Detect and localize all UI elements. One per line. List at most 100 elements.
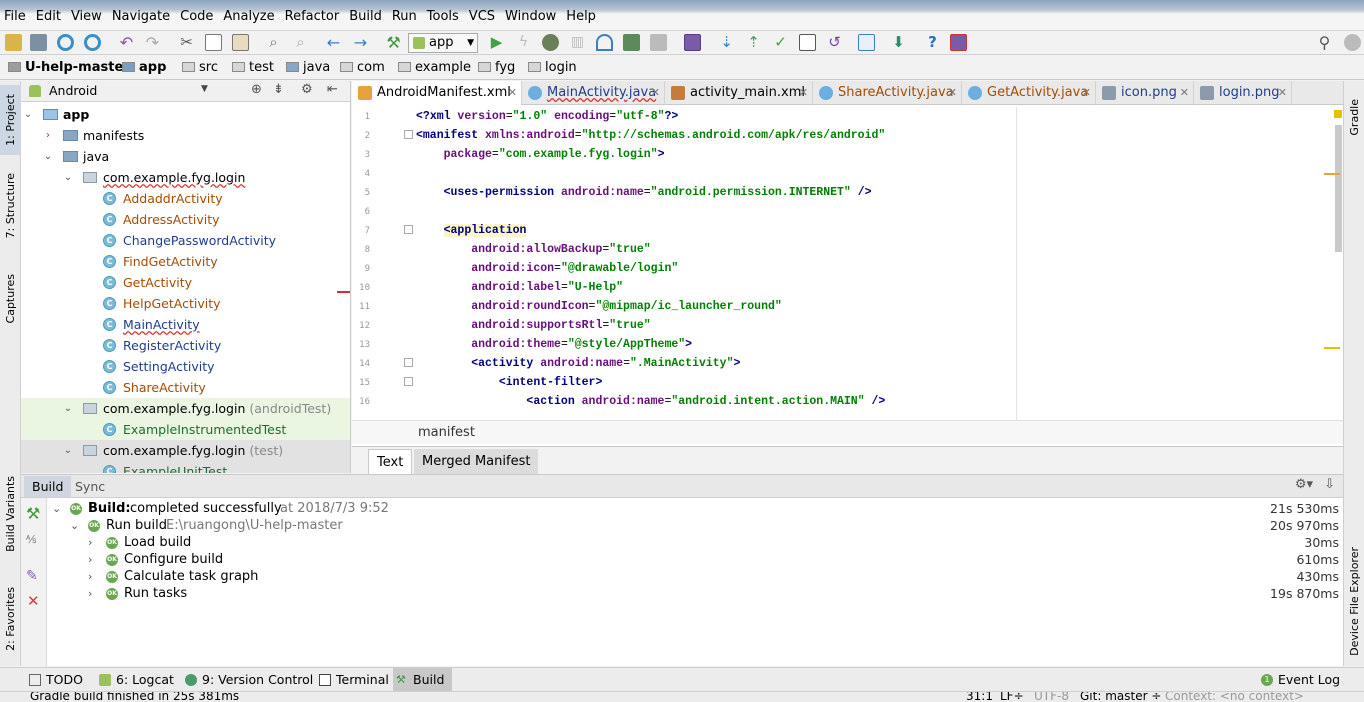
- chevron-down-icon[interactable]: ⌄: [63, 440, 73, 461]
- close-tab-icon[interactable]: ✕: [1278, 81, 1287, 105]
- run-icon[interactable]: ▶: [488, 34, 505, 51]
- event-log-tool-button[interactable]: 1 Event Log: [1258, 668, 1340, 692]
- back-icon[interactable]: ←: [325, 34, 342, 51]
- account-icon[interactable]: [1344, 34, 1361, 51]
- coverage-icon[interactable]: ▥: [569, 34, 586, 51]
- todo-tool-button[interactable]: TODO: [26, 668, 83, 692]
- menu-item-analyze[interactable]: Analyze: [218, 0, 279, 34]
- menu-item-run[interactable]: Run: [387, 0, 422, 34]
- tree-class[interactable]: C FindGetActivity: [21, 251, 350, 272]
- search-everywhere-icon[interactable]: ⚲: [1316, 34, 1333, 51]
- tree-package[interactable]: ⌄ com.example.fyg.login (androidTest): [21, 398, 350, 419]
- version-control-tool-button[interactable]: 9: Version Control: [182, 668, 313, 692]
- close-tab-icon[interactable]: ✕: [1180, 81, 1189, 105]
- breadcrumb-item[interactable]: app: [122, 60, 166, 75]
- build-tree-row[interactable]: › OK Configure build 610ms: [48, 551, 1343, 568]
- structure-tool-tab[interactable]: 7: Structure: [0, 171, 21, 241]
- build-tree-row[interactable]: › OK Calculate task graph 430ms: [48, 568, 1343, 585]
- editor-tab[interactable]: MainActivity.java ✕: [522, 81, 665, 105]
- tree-class[interactable]: C ExampleUnitTest: [21, 461, 350, 473]
- vcs-revert-icon[interactable]: ↺: [826, 34, 843, 51]
- chevron-down-icon[interactable]: ⌄: [63, 398, 73, 419]
- cut-icon[interactable]: ✂: [178, 34, 195, 51]
- sdk-manager-icon[interactable]: ⬇: [890, 34, 907, 51]
- menu-item-edit[interactable]: Edit: [31, 0, 66, 34]
- tab-build[interactable]: Build: [24, 476, 72, 497]
- rebuild-icon[interactable]: ⚒: [26, 504, 40, 523]
- build-variants-tool-tab[interactable]: Build Variants: [0, 466, 21, 561]
- favorites-tool-tab[interactable]: 2: Favorites: [0, 576, 21, 661]
- menu-item-navigate[interactable]: Navigate: [107, 0, 175, 34]
- build-tree-row[interactable]: ⌄ OK Build: completed successfully at 2018/7…: [48, 500, 1343, 517]
- menu-item-file[interactable]: File: [0, 0, 31, 34]
- project-tool-tab[interactable]: 1: Project: [0, 85, 21, 155]
- chevron-right-icon[interactable]: ›: [88, 585, 92, 602]
- pin-icon[interactable]: ✎: [26, 568, 38, 584]
- chevron-down-icon[interactable]: ⌄: [43, 146, 53, 167]
- menu-item-vcs[interactable]: VCS: [464, 0, 500, 34]
- menu-item-build[interactable]: Build: [344, 0, 387, 34]
- forward-icon[interactable]: →: [352, 34, 369, 51]
- build-tree-row[interactable]: › OK Run tasks 19s 870ms: [48, 585, 1343, 602]
- menu-item-code[interactable]: Code: [175, 0, 218, 34]
- fold-marker-icon[interactable]: [404, 130, 413, 139]
- breadcrumb-item[interactable]: test: [232, 60, 274, 75]
- tree-module[interactable]: ⌄ app: [21, 104, 350, 125]
- editor-tab[interactable]: AndroidManifest.xml ✕: [352, 81, 522, 105]
- tree-package[interactable]: ⌄ com.example.fyg.login: [21, 167, 350, 188]
- menu-item-view[interactable]: View: [66, 0, 107, 34]
- toggle-view-icon[interactable]: ⅍: [26, 533, 36, 546]
- build-tree-row[interactable]: › OK Load build 30ms: [48, 534, 1343, 551]
- editor-tab[interactable]: icon.png ✕: [1096, 81, 1194, 105]
- undo-icon[interactable]: ↶: [118, 34, 135, 51]
- close-tab-icon[interactable]: ✕: [651, 81, 660, 105]
- editor-tab[interactable]: GetActivity.java ✕: [962, 81, 1096, 105]
- close-icon[interactable]: ✕: [27, 592, 40, 610]
- fold-marker-icon[interactable]: [404, 225, 413, 234]
- find-icon[interactable]: ⌕: [265, 34, 282, 51]
- tree-class[interactable]: C GetActivity: [21, 272, 350, 293]
- build-tree-row[interactable]: ⌄ OK Run build E:\ruangong\U-help-master 20s…: [48, 517, 1343, 534]
- menu-item-window[interactable]: Window: [500, 0, 561, 34]
- hide-panel-icon[interactable]: ⇩: [1324, 477, 1335, 492]
- chevron-down-icon[interactable]: ⌄: [63, 167, 73, 188]
- refresh-icon[interactable]: [84, 34, 101, 51]
- breadcrumb-item[interactable]: java: [286, 60, 330, 75]
- menu-item-help[interactable]: Help: [561, 0, 601, 34]
- vcs-compare-icon[interactable]: [799, 34, 816, 51]
- close-tab-icon[interactable]: ✕: [1082, 81, 1091, 105]
- attach-debugger-icon[interactable]: [623, 34, 640, 51]
- device-file-explorer-tab[interactable]: Device File Explorer: [1344, 536, 1364, 666]
- tree-class[interactable]: C ChangePasswordActivity: [21, 230, 350, 251]
- redo-icon[interactable]: ↷: [144, 34, 161, 51]
- chevron-right-icon[interactable]: ›: [88, 551, 92, 568]
- device-monitor-icon[interactable]: [950, 34, 967, 51]
- logcat-tool-button[interactable]: 6: Logcat: [96, 668, 174, 692]
- sync-gradle-icon[interactable]: ⇣: [718, 34, 735, 51]
- terminal-tool-button[interactable]: Terminal: [316, 668, 389, 692]
- replace-icon[interactable]: ⌕: [292, 34, 309, 51]
- gradle-tool-tab[interactable]: Gradle: [1344, 87, 1364, 147]
- copy-icon[interactable]: [205, 34, 222, 51]
- tree-class[interactable]: C RegisterActivity: [21, 335, 350, 356]
- chevron-right-icon[interactable]: ›: [88, 568, 92, 585]
- run-config-select[interactable]: app ▼: [408, 33, 478, 53]
- tree-class[interactable]: C ExampleInstrumentedTest: [21, 419, 350, 440]
- chevron-right-icon[interactable]: ›: [88, 534, 92, 551]
- breadcrumb-item[interactable]: U-help-master: [8, 60, 130, 75]
- chevron-down-icon[interactable]: ⌄: [52, 500, 61, 517]
- open-folder-icon[interactable]: [5, 34, 22, 51]
- xml-breadcrumb-item[interactable]: manifest: [418, 421, 475, 445]
- collapse-all-icon[interactable]: ⇟: [273, 82, 284, 97]
- breadcrumb-item[interactable]: example: [398, 60, 471, 75]
- project-structure-icon[interactable]: [858, 34, 875, 51]
- scrollbar-thumb[interactable]: [1335, 125, 1342, 252]
- line-separator[interactable]: LF÷: [1000, 692, 1024, 702]
- debug-icon[interactable]: [542, 34, 559, 51]
- context-indicator[interactable]: Context: <no context>: [1165, 692, 1304, 702]
- help-icon[interactable]: ?: [924, 34, 941, 51]
- make-project-icon[interactable]: ⚒: [385, 34, 402, 51]
- profile-icon[interactable]: [596, 34, 613, 51]
- gear-icon[interactable]: ⚙: [301, 82, 313, 97]
- tab-text[interactable]: Text: [368, 449, 413, 474]
